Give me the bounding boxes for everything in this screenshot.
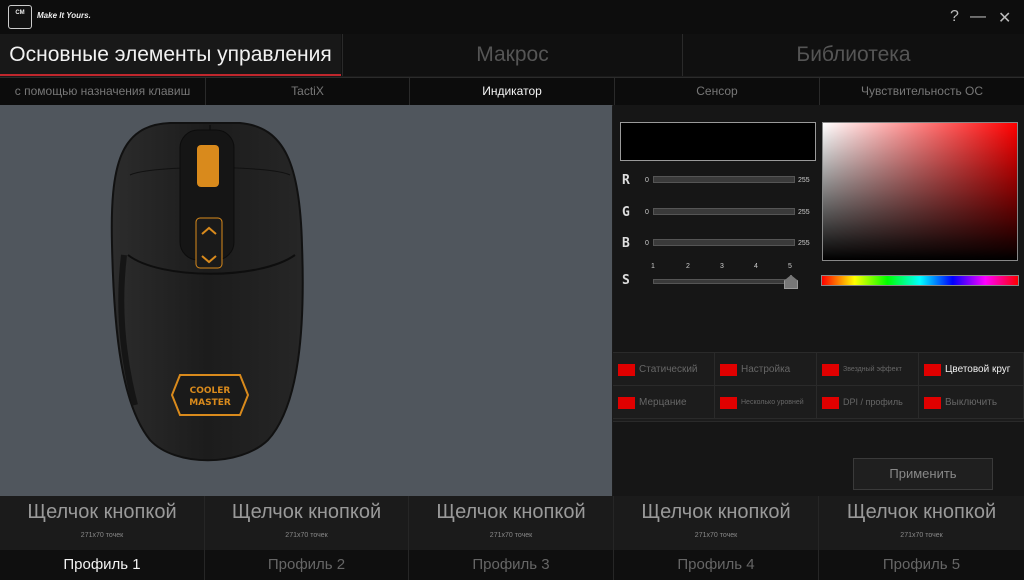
effect-label: Выключить bbox=[945, 397, 998, 408]
effect-swatch bbox=[822, 397, 839, 409]
effect-label: Цветовой круг bbox=[945, 364, 1011, 375]
effect-dpi-profile[interactable]: DPI / профиль bbox=[817, 386, 919, 419]
effect-swatch bbox=[618, 397, 635, 409]
profile-name[interactable]: Профиль 3 bbox=[409, 550, 613, 580]
effect-swatch bbox=[720, 397, 737, 409]
effect-swatch bbox=[618, 364, 635, 376]
speed-tick: 5 bbox=[788, 263, 792, 270]
profile-name[interactable]: Профиль 5 bbox=[819, 550, 1024, 580]
effect-label: DPI / профиль bbox=[843, 397, 903, 407]
svg-text:COOLER: COOLER bbox=[190, 386, 231, 396]
effect-label: Несколько уровней bbox=[741, 399, 804, 406]
profile-size-note: 271x70 точек bbox=[900, 532, 943, 539]
profile-slot-5[interactable]: Щелчок кнопкой 271x70 точек Профиль 5 bbox=[819, 496, 1024, 580]
effect-swatch bbox=[720, 364, 737, 376]
effect-color-wheel[interactable]: Цветовой круг bbox=[919, 353, 1024, 386]
tab-tactix[interactable]: TactiX bbox=[205, 78, 409, 105]
effect-label: Звездный эффект bbox=[843, 366, 902, 373]
lighting-panel: R 0 255 G 0 255 B 0 255 1 2 3 4 5 S Стат… bbox=[613, 105, 1024, 496]
speed-tick: 4 bbox=[754, 263, 758, 270]
profile-slot-4[interactable]: Щелчок кнопкой 271x70 точек Профиль 4 bbox=[614, 496, 819, 580]
g-slider[interactable] bbox=[653, 208, 795, 215]
effect-multi-level[interactable]: Несколько уровней bbox=[715, 386, 817, 419]
profile-slot-1[interactable]: Щелчок кнопкой 271x70 точек Профиль 1 bbox=[0, 496, 205, 580]
tab-indicator[interactable]: Индикатор bbox=[409, 78, 614, 105]
profile-bar: Щелчок кнопкой 271x70 точек Профиль 1 Ще… bbox=[0, 496, 1024, 580]
profile-name[interactable]: Профиль 1 bbox=[0, 550, 204, 580]
cooler-master-logo: CM bbox=[8, 5, 32, 29]
effect-starry[interactable]: Звездный эффект bbox=[817, 353, 919, 386]
effect-static[interactable]: Статический bbox=[613, 353, 715, 386]
effect-blink[interactable]: Мерцание bbox=[613, 386, 715, 419]
sub-tabs: с помощью назначения клавиш TactiX Индик… bbox=[0, 77, 1024, 106]
tab-os-sensitivity[interactable]: Чувствительность ОС bbox=[819, 78, 1024, 105]
tab-sensor[interactable]: Сенсор bbox=[614, 78, 819, 105]
g-max: 255 bbox=[798, 209, 810, 216]
profile-size-note: 271x70 точек bbox=[694, 532, 738, 539]
apply-button[interactable]: Применить bbox=[853, 458, 993, 490]
speed-tick: 2 bbox=[686, 263, 690, 270]
main-tabs: Основные элементы управления Макрос Библ… bbox=[0, 34, 1024, 76]
svg-text:MASTER: MASTER bbox=[189, 398, 231, 408]
minimize-icon[interactable]: — bbox=[970, 8, 986, 26]
speed-slider[interactable] bbox=[653, 279, 795, 284]
b-max: 255 bbox=[798, 240, 810, 247]
effect-label: Настройка bbox=[741, 364, 791, 375]
effect-swatch bbox=[822, 364, 839, 376]
tab-main-controls[interactable]: Основные элементы управления bbox=[0, 34, 341, 76]
close-icon[interactable]: ✕ bbox=[998, 8, 1011, 28]
r-min: 0 bbox=[645, 177, 649, 184]
b-label: B bbox=[622, 236, 630, 251]
tab-library[interactable]: Библиотека bbox=[682, 34, 1024, 76]
r-slider[interactable] bbox=[653, 176, 795, 183]
r-label: R bbox=[622, 173, 630, 188]
profile-size-note: 271x70 точек bbox=[489, 532, 533, 539]
effect-custom[interactable]: Настройка bbox=[715, 353, 817, 386]
b-slider[interactable] bbox=[653, 239, 795, 246]
profile-slot-3[interactable]: Щелчок кнопкой 271x70 точек Профиль 3 bbox=[409, 496, 614, 580]
hue-slider[interactable] bbox=[821, 275, 1019, 286]
profile-size-note: 271x70 точек bbox=[80, 532, 124, 539]
speed-tick: 1 bbox=[651, 263, 655, 270]
title-bar: CM Make It Yours. ? — ✕ bbox=[0, 0, 1024, 34]
speed-slider-thumb[interactable] bbox=[784, 275, 798, 289]
effect-off[interactable]: Выключить bbox=[919, 386, 1024, 419]
current-color-preview bbox=[620, 122, 816, 161]
effect-label: Мерцание bbox=[639, 397, 687, 408]
profile-button-label: Щелчок кнопкой bbox=[27, 501, 177, 523]
g-min: 0 bbox=[645, 209, 649, 216]
tab-macro[interactable]: Макрос bbox=[342, 34, 682, 76]
profile-slot-2[interactable]: Щелчок кнопкой 271x70 точек Профиль 2 bbox=[205, 496, 409, 580]
profile-button-label: Щелчок кнопкой bbox=[846, 501, 997, 523]
s-label: S bbox=[622, 273, 630, 288]
r-max: 255 bbox=[798, 177, 810, 184]
speed-tick: 3 bbox=[720, 263, 724, 270]
b-min: 0 bbox=[645, 240, 649, 247]
profile-button-label: Щелчок кнопкой bbox=[231, 501, 382, 523]
effect-swatch bbox=[924, 364, 941, 376]
profile-size-note: 271x70 точек bbox=[285, 532, 328, 539]
g-label: G bbox=[622, 205, 630, 220]
profile-button-label: Щелчок кнопкой bbox=[641, 501, 791, 523]
profile-button-label: Щелчок кнопкой bbox=[436, 501, 586, 523]
mouse-preview: COOLER MASTER bbox=[0, 105, 612, 496]
effect-grid: Статический Настройка Звездный эффект Цв… bbox=[613, 352, 1024, 422]
mouse-image: COOLER MASTER bbox=[110, 122, 304, 462]
profile-name[interactable]: Профиль 4 bbox=[614, 550, 818, 580]
profile-name[interactable]: Профиль 2 bbox=[205, 550, 408, 580]
effect-label: Статический bbox=[639, 364, 698, 375]
tagline: Make It Yours. bbox=[37, 11, 91, 20]
help-icon[interactable]: ? bbox=[950, 8, 959, 26]
tab-key-assignment[interactable]: с помощью назначения клавиш bbox=[0, 78, 205, 105]
effect-swatch bbox=[924, 397, 941, 409]
color-picker-square[interactable] bbox=[822, 122, 1018, 261]
